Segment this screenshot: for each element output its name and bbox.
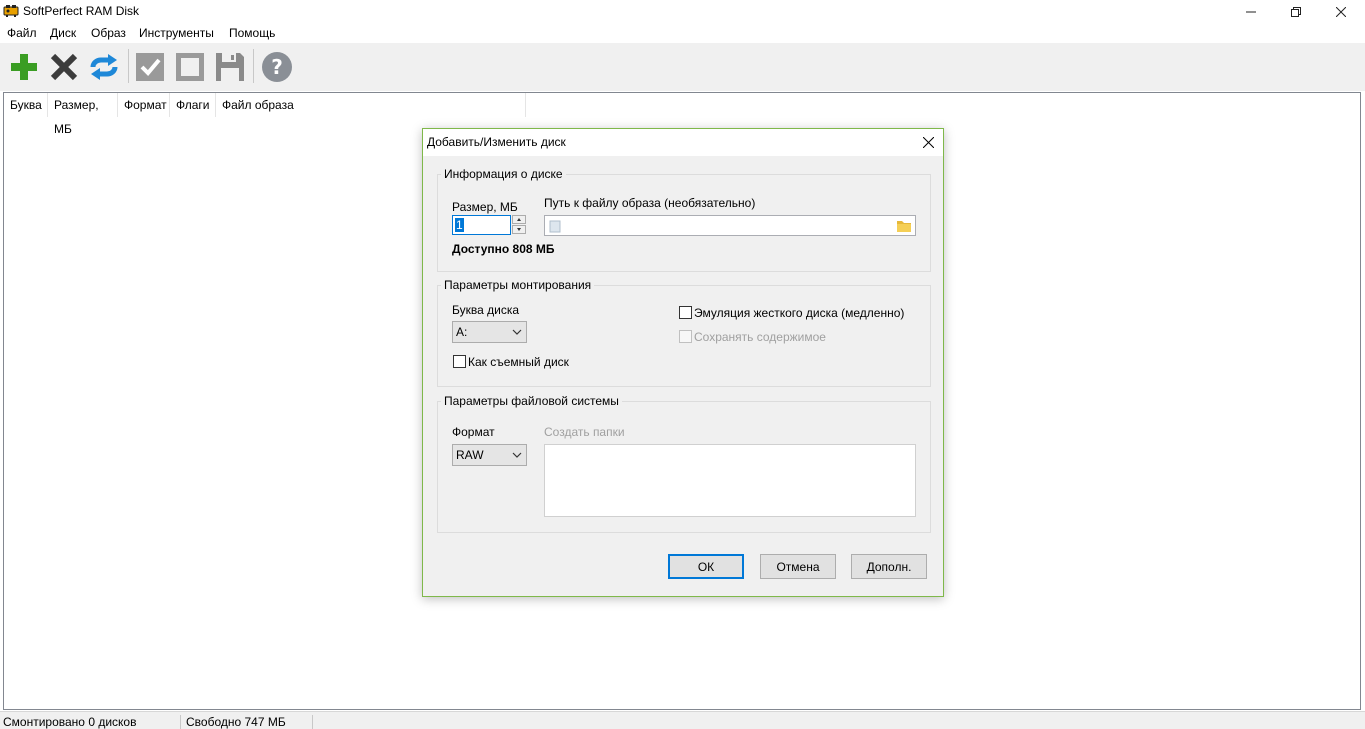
help-button[interactable]: ? [260,50,294,84]
status-mounted: Смонтировано 0 дисков [3,715,137,729]
create-folders-label: Создать папки [544,425,625,439]
app-logo-icon [3,5,19,17]
minimize-icon [1246,11,1256,12]
menu-help[interactable]: Помощь [229,26,275,40]
toolbar: ? [0,43,1365,91]
column-header-format[interactable]: Формат [118,93,170,117]
arrow-down-icon [517,228,521,231]
restore-button[interactable] [1273,0,1319,23]
column-header-letter[interactable]: Буква [4,93,48,117]
drive-letter-select[interactable]: A: [452,321,527,343]
folder-icon [897,221,911,232]
svg-text:?: ? [271,55,283,79]
fs-params-group-title: Параметры файловой системы [441,394,622,408]
format-value: RAW [456,448,484,462]
status-bar: Смонтировано 0 дисков Свободно 747 МБ [0,711,1365,729]
unmount-button[interactable] [174,51,206,83]
status-free: Свободно 747 МБ [186,715,286,729]
hdd-emulation-label: Эмуляция жесткого диска (медленно) [694,306,905,320]
removable-disk-checkbox[interactable] [453,355,466,368]
size-label: Размер, МБ [452,200,518,214]
menu-image[interactable]: Образ [91,26,126,40]
dialog-title: Добавить/Изменить диск [427,135,566,149]
mount-button[interactable] [134,51,166,83]
add-edit-disk-dialog: Добавить/Изменить диск Информация о диск… [422,128,944,597]
menu-tools[interactable]: Инструменты [139,26,214,40]
disk-info-group-title: Информация о диске [441,167,566,181]
check-icon [136,53,164,81]
chevron-down-icon [512,452,522,458]
drive-letter-label: Буква диска [452,303,520,317]
refresh-button[interactable] [87,51,121,83]
title-bar: SoftPerfect RAM Disk [0,0,1365,23]
size-spinner[interactable] [512,215,526,235]
more-button[interactable]: Дополн. [851,554,927,579]
remove-disk-button[interactable] [48,51,80,83]
keep-contents-label: Сохранять содержимое [694,330,826,344]
add-icon [11,54,37,80]
image-path-label: Путь к файлу образа (необязательно) [544,196,756,210]
minimize-button[interactable] [1228,0,1274,23]
cancel-button[interactable]: Отмена [760,554,836,579]
hdd-emulation-checkbox[interactable] [679,306,692,319]
available-memory: Доступно 808 МБ [452,242,555,256]
arrow-up-icon [517,218,521,221]
size-input[interactable]: 1 [452,215,511,235]
window-title: SoftPerfect RAM Disk [23,4,140,18]
menu-bar: Файл Диск Образ Инструменты Помощь [0,23,1365,43]
chevron-down-icon [512,329,522,335]
save-image-button[interactable] [214,51,246,83]
create-folders-textarea[interactable] [544,444,916,517]
browse-button[interactable] [895,217,913,234]
restore-icon [1291,6,1301,17]
format-select[interactable]: RAW [452,444,527,466]
refresh-icon [90,54,118,80]
dialog-title-bar: Добавить/Изменить диск [423,129,943,156]
help-icon: ? [262,52,292,82]
ok-button[interactable]: ОК [668,554,744,579]
format-label: Формат [452,425,495,439]
menu-disk[interactable]: Диск [50,26,76,40]
status-separator [312,715,313,729]
add-disk-button[interactable] [8,51,40,83]
dialog-close-button[interactable] [913,129,943,155]
toolbar-separator [128,49,129,83]
close-window-button[interactable] [1318,0,1364,23]
column-header-flags[interactable]: Флаги [170,93,216,117]
save-icon [216,53,244,81]
drive-letter-value: A: [456,325,468,339]
close-icon [922,136,934,148]
toolbar-separator [253,49,254,83]
keep-contents-checkbox[interactable] [679,330,692,343]
status-separator [180,715,181,729]
file-icon [549,220,561,233]
mount-params-group-title: Параметры монтирования [441,278,595,292]
column-header-size[interactable]: Размер, МБ [48,93,118,136]
size-input-value: 1 [455,218,464,232]
remove-icon [50,53,78,81]
square-icon [176,53,204,81]
close-icon [1336,6,1346,17]
image-path-input[interactable] [544,215,916,236]
menu-file[interactable]: Файл [7,26,37,40]
column-header-image-file[interactable]: Файл образа [216,93,526,117]
spin-down-button[interactable] [512,225,526,234]
spin-up-button[interactable] [512,215,526,224]
removable-disk-label: Как съемный диск [468,355,569,369]
